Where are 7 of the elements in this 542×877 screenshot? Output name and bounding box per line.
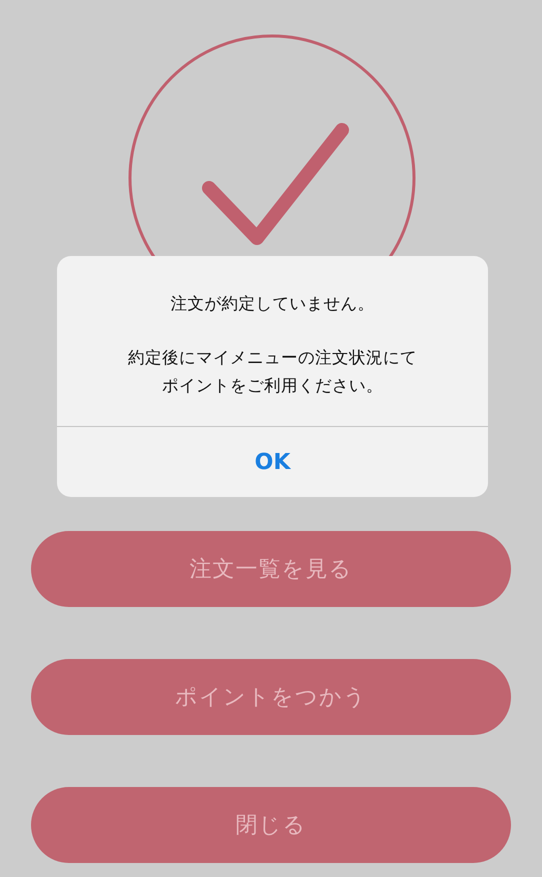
- alert-title: 注文が約定していません。: [170, 293, 374, 315]
- alert-message-line: 約定後にマイメニューの注文状況にて: [128, 347, 417, 369]
- action-button[interactable]: ポイントをつかう: [31, 659, 511, 735]
- action-button[interactable]: 閉じる: [31, 787, 511, 863]
- action-button[interactable]: 注文一覧を見る: [31, 531, 511, 607]
- ok-button[interactable]: OK: [57, 427, 488, 497]
- alert-message-line: ポイントをご利用ください。: [162, 375, 383, 397]
